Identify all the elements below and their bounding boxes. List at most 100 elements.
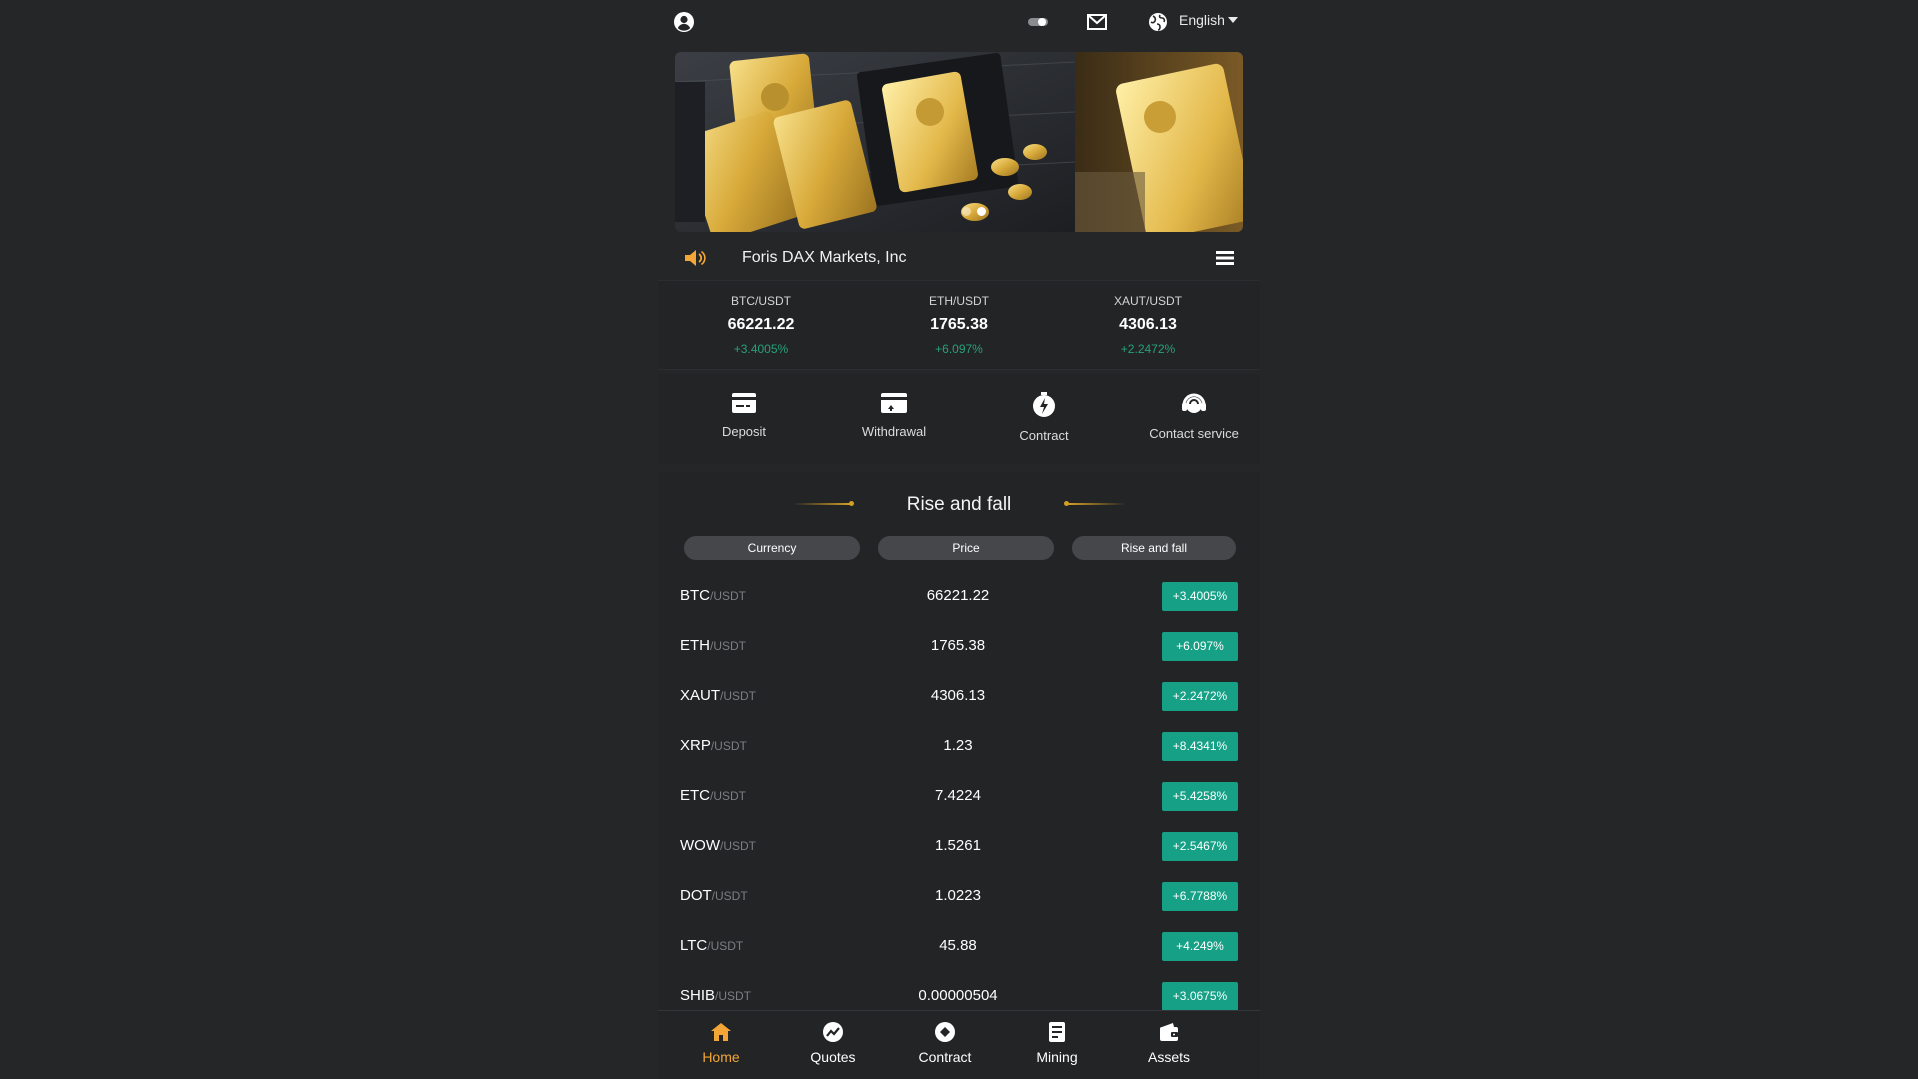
- ticker-pair: ETH/USDT: [929, 294, 989, 308]
- nav-contract-label: Contract: [918, 1049, 972, 1065]
- quote-currency: /USDT: [707, 939, 744, 953]
- carousel-indicator[interactable]: [962, 203, 992, 221]
- market-row[interactable]: WOW/USDT 1.5261 +2.5467%: [658, 822, 1260, 872]
- market-price: 7.4224: [935, 787, 981, 804]
- change-badge: +3.4005%: [1162, 582, 1238, 611]
- withdrawal-button[interactable]: Withdrawal: [819, 374, 969, 439]
- gold-bars-image: [675, 52, 1243, 232]
- section-title: Rise and fall: [906, 494, 1012, 515]
- quote-currency: /USDT: [720, 689, 757, 703]
- notice-text: Foris DAX Markets, Inc: [742, 249, 907, 266]
- market-row[interactable]: BTC/USDT 66221.22 +3.4005%: [658, 572, 1260, 622]
- nav-home[interactable]: Home: [665, 1011, 777, 1065]
- market-price: 45.88: [939, 937, 977, 954]
- market-symbol: XAUT/USDT: [680, 687, 756, 704]
- base-currency: WOW: [680, 837, 720, 854]
- change-badge: +4.249%: [1162, 932, 1238, 961]
- app-root: English Foris DAX Markets, Inc BTC/USDT …: [658, 0, 1260, 1079]
- chevron-down-icon[interactable]: [1228, 17, 1238, 23]
- market-symbol: ETH/USDT: [680, 637, 746, 654]
- ticker-change: +3.4005%: [733, 342, 789, 356]
- ticker-price: 4306.13: [1119, 316, 1177, 333]
- quote-currency: /USDT: [710, 639, 746, 653]
- market-row[interactable]: XRP/USDT 1.23 +8.4341%: [658, 722, 1260, 772]
- market-price: 1765.38: [930, 637, 986, 654]
- market-row[interactable]: ETC/USDT 7.4224 +5.4258%: [658, 772, 1260, 822]
- nav-assets-label: Assets: [1147, 1049, 1190, 1065]
- carousel-dot-active[interactable]: [977, 207, 986, 216]
- change-badge: +2.5467%: [1162, 832, 1238, 861]
- base-currency: BTC: [680, 587, 710, 604]
- mail-icon[interactable]: [1087, 14, 1107, 30]
- quote-currency: /USDT: [715, 989, 752, 1003]
- carousel-dot[interactable]: [962, 207, 971, 216]
- withdrawal-icon: [881, 393, 907, 413]
- quote-currency: /USDT: [719, 839, 756, 853]
- market-price: 1.0223: [935, 887, 981, 904]
- base-currency: SHIB: [680, 987, 716, 1004]
- wallet-icon: [1160, 1023, 1178, 1041]
- deposit-label: Deposit: [721, 424, 767, 439]
- contact-service-button[interactable]: Contact service: [1119, 374, 1269, 441]
- deposit-icon: [732, 393, 756, 413]
- market-price: 4306.13: [930, 687, 986, 704]
- market-symbol: ETC/USDT: [680, 787, 746, 804]
- base-currency: ETH: [680, 637, 710, 654]
- market-list-section: Rise and fall Currency Price Rise and fa…: [658, 472, 1260, 1012]
- ticker-pair: XAUT/USDT: [1113, 294, 1182, 308]
- user-icon[interactable]: [673, 11, 695, 33]
- market-symbol: BTC/USDT: [680, 587, 746, 604]
- market-row[interactable]: LTC/USDT 45.88 +4.249%: [658, 922, 1260, 972]
- nav-quotes-label: Quotes: [810, 1049, 856, 1065]
- column-header-change[interactable]: Rise and fall: [1072, 536, 1236, 560]
- nav-assets[interactable]: Assets: [1113, 1011, 1225, 1065]
- quote-currency: /USDT: [710, 789, 746, 803]
- theme-toggle-icon[interactable]: [1028, 16, 1048, 28]
- nav-mining[interactable]: Mining: [1001, 1011, 1113, 1065]
- home-icon: [711, 1023, 731, 1041]
- market-symbol: XRP/USDT: [680, 737, 747, 754]
- market-row[interactable]: ETH/USDT 1765.38 +6.097%: [658, 622, 1260, 672]
- notice-bar[interactable]: Foris DAX Markets, Inc: [658, 240, 1260, 276]
- base-currency: LTC: [680, 937, 708, 954]
- column-header-price[interactable]: Price: [878, 536, 1054, 560]
- menu-icon[interactable]: [1216, 250, 1234, 266]
- base-currency: XRP: [680, 737, 711, 754]
- contact-service-label: Contact service: [1149, 426, 1239, 441]
- ticker-item[interactable]: ETH/USDT 1765.38 +6.097%: [859, 281, 1059, 356]
- market-row[interactable]: XAUT/USDT 4306.13 +2.2472%: [658, 672, 1260, 722]
- contract-label: Contract: [1019, 428, 1069, 443]
- change-badge: +8.4341%: [1162, 732, 1238, 761]
- bottom-nav: Home Quotes Contract Mining Assets: [658, 1010, 1260, 1079]
- language-selector[interactable]: English: [1179, 12, 1225, 28]
- headset-icon: [1182, 393, 1206, 413]
- market-price: 66221.22: [926, 587, 990, 604]
- ticker-change: +2.2472%: [1120, 342, 1176, 356]
- change-badge: +6.097%: [1162, 632, 1238, 661]
- column-header-currency[interactable]: Currency: [684, 536, 860, 560]
- quick-actions: Deposit Withdrawal Contract Contact serv…: [658, 374, 1260, 464]
- market-price: 1.23: [943, 737, 973, 754]
- top-bar: English: [658, 0, 1260, 46]
- nav-contract[interactable]: Contract: [889, 1011, 1001, 1065]
- contract-button[interactable]: Contract: [969, 374, 1119, 443]
- nav-quotes[interactable]: Quotes: [777, 1011, 889, 1065]
- promo-banner[interactable]: [675, 52, 1243, 232]
- market-row[interactable]: DOT/USDT 1.0223 +6.7788%: [658, 872, 1260, 922]
- market-symbol: LTC/USDT: [680, 937, 743, 954]
- deposit-button[interactable]: Deposit: [669, 374, 819, 439]
- ticker-item[interactable]: BTC/USDT 66221.22 +3.4005%: [661, 281, 861, 356]
- quote-currency: /USDT: [710, 589, 746, 603]
- market-symbol: DOT/USDT: [680, 887, 748, 904]
- nav-home-label: Home: [702, 1049, 740, 1065]
- contract-icon: [1033, 392, 1055, 417]
- market-symbol: WOW/USDT: [680, 837, 756, 854]
- ticker-pair: BTC/USDT: [731, 294, 791, 308]
- globe-icon[interactable]: [1148, 12, 1168, 32]
- ticker-item[interactable]: XAUT/USDT 4306.13 +2.2472%: [1048, 281, 1248, 356]
- quotes-icon: [823, 1022, 843, 1042]
- price-ticker: BTC/USDT 66221.22 +3.4005% ETH/USDT 1765…: [658, 280, 1260, 370]
- base-currency: DOT: [680, 887, 712, 904]
- ticker-price: 1765.38: [930, 316, 988, 333]
- speaker-icon: [685, 250, 706, 266]
